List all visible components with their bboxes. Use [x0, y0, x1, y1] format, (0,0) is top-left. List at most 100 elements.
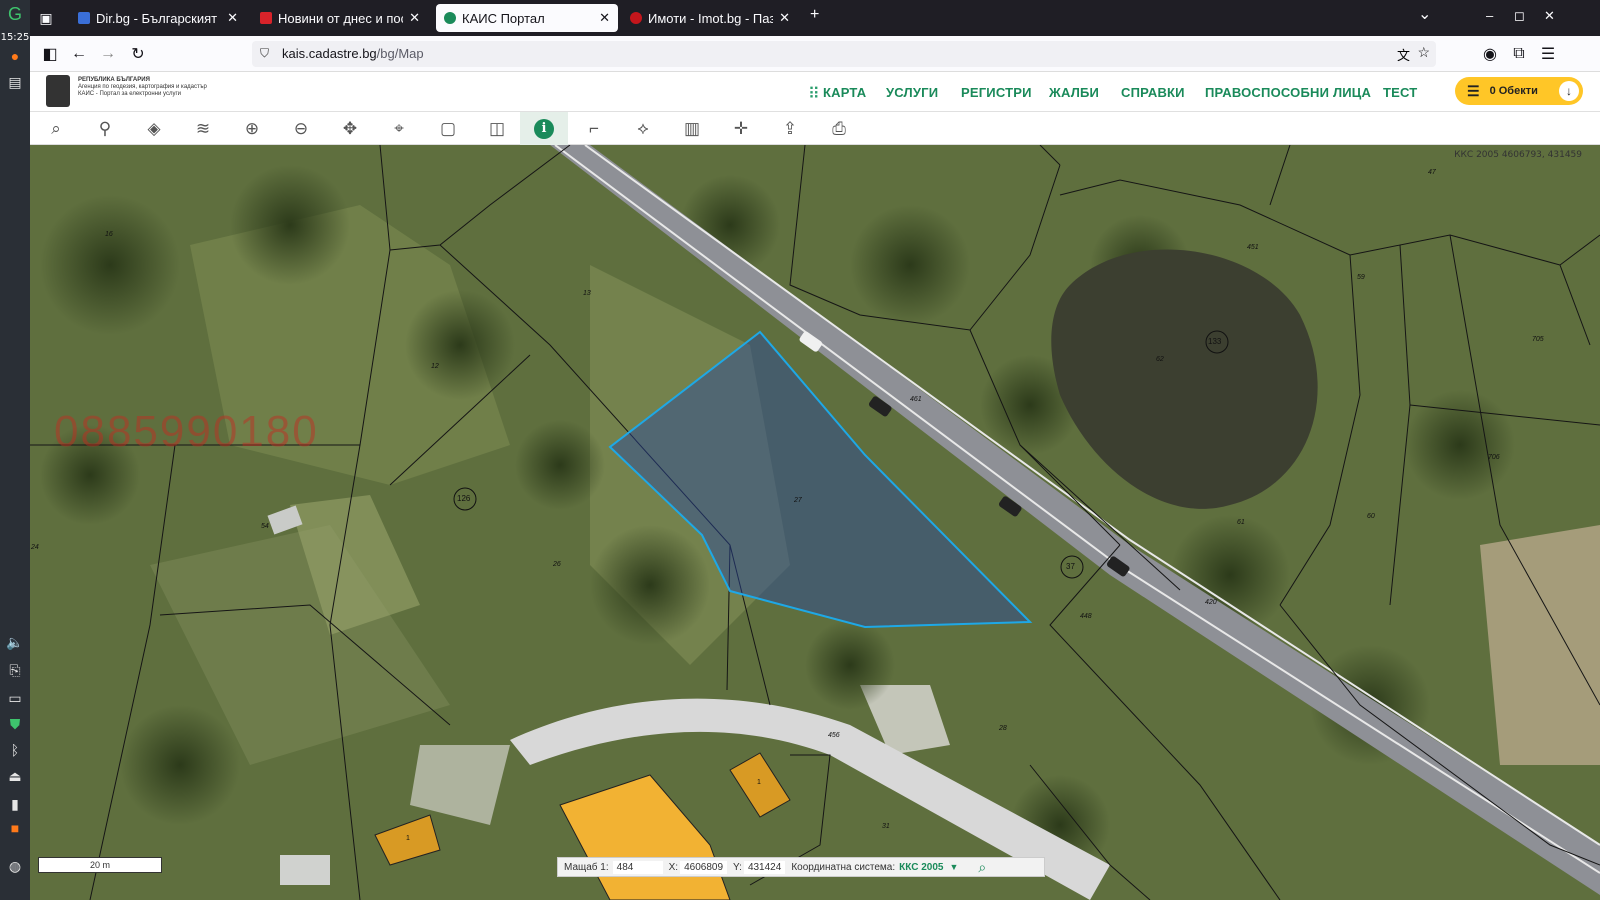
measure-distance-icon[interactable]: ⌐: [570, 112, 618, 145]
reload-icon[interactable]: ↻: [128, 44, 148, 64]
files-icon[interactable]: ▤: [5, 72, 25, 92]
menu-spravki[interactable]: СПРАВКИ: [1121, 85, 1185, 100]
coordinate-search-icon[interactable]: ⌕: [978, 859, 986, 876]
close-tab-icon[interactable]: ✕: [409, 10, 420, 26]
sidebar-icon[interactable]: ◧: [40, 44, 60, 64]
search-icon[interactable]: ⌕: [32, 112, 80, 145]
address-bar[interactable]: ⛉ kais.cadastre.bg/bg/Map 文 ☆: [252, 41, 1436, 67]
tab-title: Новини от днес и после,: [278, 10, 403, 26]
select-polygon-icon[interactable]: ◫: [473, 112, 521, 145]
logo-line: РЕПУБЛИКА БЪЛГАРИЯ: [78, 77, 150, 83]
y-value-field: 431424: [743, 860, 786, 874]
menu-registri[interactable]: РЕГИСТРИ: [961, 85, 1032, 100]
translate-icon[interactable]: 文: [1397, 45, 1410, 64]
tab-news[interactable]: Новини от днес и после, ✕: [252, 4, 428, 32]
volume-icon[interactable]: 🔈: [5, 632, 25, 652]
apps-grid-icon[interactable]: ⠿: [808, 84, 820, 104]
parcel-label: 126: [457, 494, 471, 503]
active-window-icon[interactable]: ■: [5, 818, 25, 838]
maximize-button[interactable]: ◻: [1514, 8, 1525, 24]
eject-icon[interactable]: ⏏: [5, 766, 25, 786]
site-header: РЕПУБЛИКА БЪЛГАРИЯ Агенция по геодезия, …: [30, 72, 1600, 112]
filter-tree-icon[interactable]: ⚲: [81, 112, 129, 145]
coat-of-arms-logo[interactable]: [46, 75, 70, 107]
location-pin-icon[interactable]: ⌖: [375, 112, 423, 145]
zoom-out-icon[interactable]: ⊖: [277, 112, 325, 145]
logo-line: КАИС - Портал за електронни услуги: [78, 91, 181, 97]
cadastral-map[interactable]: 16 13 12 126 133 461 62 27 37 26 54 451 …: [30, 145, 1600, 900]
crs-select[interactable]: ККС 2005: [899, 862, 943, 873]
zoom-in-icon[interactable]: ⊕: [228, 112, 276, 145]
account-icon[interactable]: ◉: [1480, 44, 1500, 64]
site-security-icon[interactable]: ⛉: [260, 46, 269, 61]
close-tab-icon[interactable]: ✕: [227, 10, 238, 26]
menu-test[interactable]: ТЕСТ: [1383, 85, 1417, 100]
select-rectangle-icon[interactable]: ▢: [424, 112, 472, 145]
extensions-icon[interactable]: ⧉: [1509, 44, 1529, 64]
close-window-button[interactable]: ✕: [1544, 8, 1555, 24]
measure-area-icon[interactable]: ⟡: [619, 112, 667, 145]
cart-label: 0 Обекти: [1489, 85, 1538, 97]
news-favicon-icon: [260, 12, 272, 24]
coordinates-icon[interactable]: ✛: [717, 112, 765, 145]
tab-title: КАИС Портал: [462, 10, 545, 26]
parcel-label: 62: [1156, 356, 1164, 363]
tab-list-button[interactable]: ⌄: [1418, 4, 1431, 24]
download-arrow-icon[interactable]: ↓: [1559, 81, 1579, 101]
os-taskbar: G 15:25 ● ▤ 🔈 ⎘ ▭ ⛊ ᛒ ⏏ ▮ ■ ◍: [0, 0, 30, 900]
menu-uslugi[interactable]: УСЛУГИ: [886, 85, 938, 100]
map-icon[interactable]: ▥: [668, 112, 716, 145]
shield-icon[interactable]: ⛊: [5, 714, 25, 734]
info-tool[interactable]: i: [520, 112, 568, 145]
firefox-icon[interactable]: ●: [5, 46, 25, 66]
objects-cart-button[interactable]: ☰ 0 Обекти ↓: [1455, 77, 1583, 105]
map-toolbar: ⌕ ⚲ ◈ ≋ ⊕ ⊖ ✥ ⌖ ▢ ◫ i ⌐ ⟡ ▥ ✛ ⇪ ⎙: [30, 112, 1600, 145]
crs-coordinate-readout: ККС 2005 4606793, 431459: [1454, 150, 1582, 160]
parcel-label: 451: [1247, 244, 1259, 251]
new-tab-button[interactable]: +: [810, 6, 819, 24]
imot-favicon-icon: [630, 12, 642, 24]
tab-title: Имоти - Imot.bg - Пазар: [648, 10, 774, 26]
parcel-label: 24: [31, 544, 39, 551]
parcel-label: 448: [1080, 613, 1092, 620]
launcher-icon[interactable]: G: [5, 4, 25, 24]
bookmark-star-icon[interactable]: ☆: [1417, 44, 1430, 61]
phone-watermark: 0885990180: [54, 407, 319, 456]
menu-zhalbi[interactable]: ЖАЛБИ: [1049, 85, 1099, 100]
screen-icon[interactable]: ▭: [5, 688, 25, 708]
pan-icon[interactable]: ✥: [326, 112, 374, 145]
kais-favicon-icon: [444, 12, 456, 24]
menu-pravosposobni-litsa[interactable]: ПРАВОСПОСОБНИ ЛИЦА: [1205, 85, 1371, 100]
bluetooth-icon[interactable]: ᛒ: [5, 740, 25, 760]
x-value-field: 4606809: [680, 860, 728, 874]
forward-icon[interactable]: →: [98, 44, 118, 64]
menu-karta[interactable]: КАРТА: [823, 85, 866, 100]
export-icon[interactable]: ⇪: [766, 112, 814, 145]
scale-value-field[interactable]: 484: [612, 860, 663, 874]
parcel-label: 31: [882, 823, 890, 830]
parcel-label: 28: [999, 725, 1007, 732]
minimize-button[interactable]: –: [1486, 8, 1493, 23]
parcel-label: 59: [1357, 274, 1365, 281]
battery-icon[interactable]: ▮: [5, 794, 25, 814]
tab-imot[interactable]: Имоти - Imot.bg - Пазар ✕: [622, 4, 798, 32]
tab-dir-bg[interactable]: Dir.bg - Българският инт ✕: [70, 4, 246, 32]
building-label: 1: [757, 779, 761, 786]
back-icon[interactable]: ←: [69, 44, 89, 64]
chevron-down-icon[interactable]: ▼: [949, 862, 958, 872]
layers-stack-icon[interactable]: ≋: [179, 112, 227, 145]
layers-icon[interactable]: ◈: [130, 112, 178, 145]
parcel-label: 13: [583, 290, 591, 297]
print-icon[interactable]: ⎙: [815, 112, 863, 145]
paperclip-icon[interactable]: ⎘: [5, 660, 25, 680]
menu-icon[interactable]: ☰: [1538, 44, 1558, 64]
logo-text[interactable]: РЕПУБЛИКА БЪЛГАРИЯ Агенция по геодезия, …: [78, 77, 238, 98]
close-tab-icon[interactable]: ✕: [599, 10, 610, 26]
url-text[interactable]: kais.cadastre.bg/bg/Map: [282, 46, 424, 61]
parcel-label: 37: [1066, 562, 1075, 571]
system-menu-icon[interactable]: ◍: [5, 856, 25, 876]
parcel-label: 61: [1237, 519, 1245, 526]
tab-kais[interactable]: КАИС Портал ✕: [436, 4, 618, 32]
close-tab-icon[interactable]: ✕: [779, 10, 790, 26]
tab-overview-icon[interactable]: ▣: [36, 8, 56, 28]
